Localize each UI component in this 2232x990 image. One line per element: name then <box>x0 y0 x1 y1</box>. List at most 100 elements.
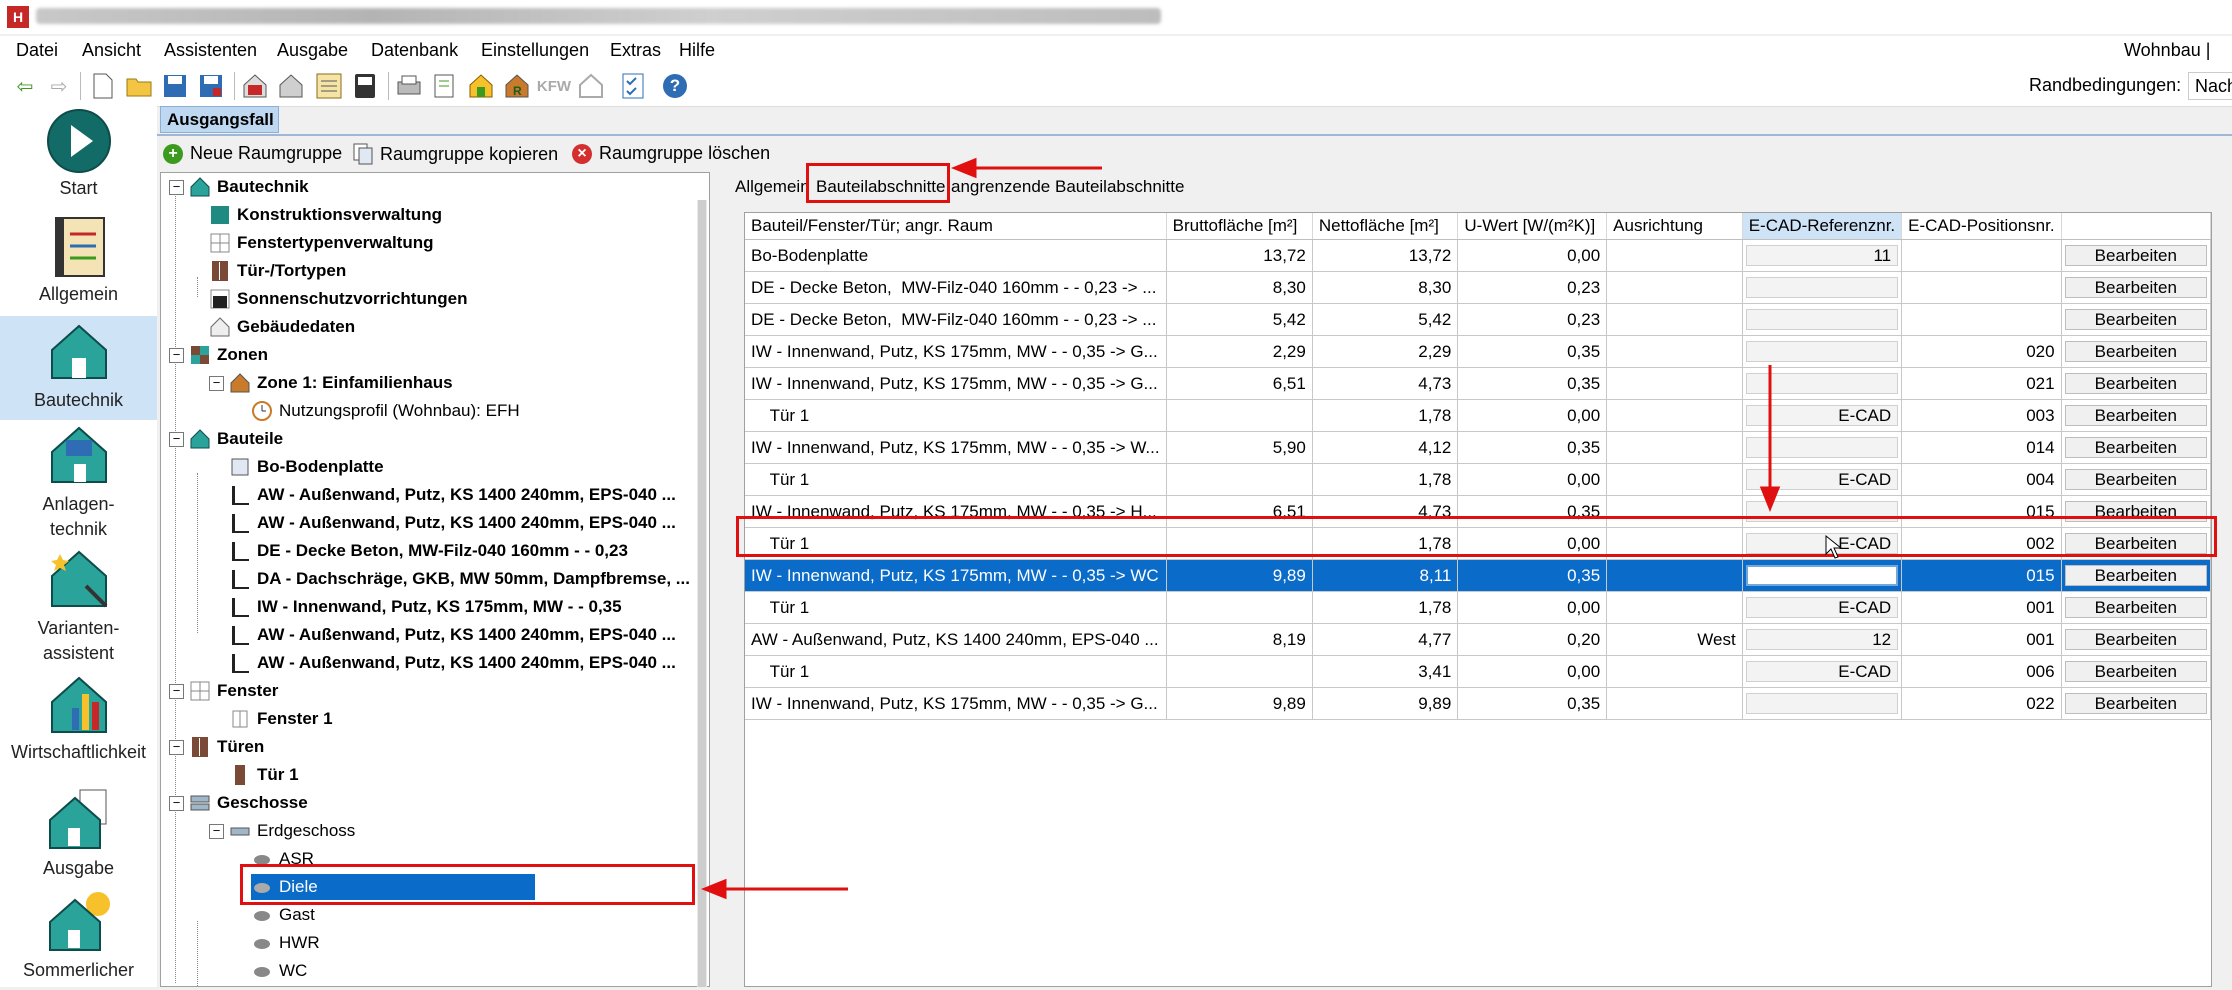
collapse-toggle[interactable]: − <box>169 796 184 811</box>
table-row[interactable]: IW - Innenwand, Putz, KS 175mm, MW - - 0… <box>745 559 2211 592</box>
value-cell[interactable]: 0,23 <box>1457 303 1608 336</box>
copy-room-group-button[interactable]: Raumgruppe kopieren <box>353 143 558 165</box>
col-header[interactable]: Bauteil/Fenster/Tür; angr. Raum <box>745 213 1167 240</box>
tree-node-zone1[interactable]: Zone 1: Einfamilienhaus <box>229 370 453 396</box>
bauteil-cell[interactable]: IW - Innenwand, Putz, KS 175mm, MW - - 0… <box>745 335 1167 368</box>
table-row[interactable]: AW - Außenwand, Putz, KS 1400 240mm, EPS… <box>745 623 2211 656</box>
ecad-reference-input[interactable]: 12 <box>1745 629 1899 650</box>
collapse-toggle[interactable]: − <box>169 348 184 363</box>
value-cell[interactable]: 0,35 <box>1457 367 1608 400</box>
bearbeiten-button[interactable]: Bearbeiten <box>2064 373 2207 394</box>
value-cell[interactable] <box>1606 367 1743 400</box>
value-cell[interactable]: 015 <box>1901 559 2062 592</box>
value-cell[interactable]: 0,35 <box>1457 687 1608 720</box>
save-icon[interactable] <box>160 71 190 101</box>
tab-angrenzende-bauteilabschnitte[interactable]: angrenzende Bauteilabschnitte <box>951 177 1184 197</box>
value-cell[interactable]: 2,29 <box>1312 335 1459 368</box>
value-cell[interactable] <box>1606 559 1743 592</box>
ecad-reference-cell[interactable] <box>1742 559 1903 592</box>
col-header[interactable]: Bruttofläche [m²] <box>1166 213 1313 240</box>
value-cell[interactable]: 022 <box>1901 687 2062 720</box>
value-cell[interactable] <box>1606 399 1743 432</box>
value-cell[interactable]: 0,00 <box>1457 591 1608 624</box>
bauteil-cell[interactable]: IW - Innenwand, Putz, KS 175mm, MW - - 0… <box>745 367 1167 400</box>
ecad-reference-input[interactable] <box>1745 373 1899 394</box>
value-cell[interactable]: 0,00 <box>1457 399 1608 432</box>
edit-cell[interactable]: Bearbeiten <box>2061 655 2211 688</box>
menu-datei[interactable]: Datei <box>16 40 58 61</box>
value-cell[interactable]: West <box>1606 623 1743 656</box>
table-row[interactable]: Tür 1 1,78 0,00 E-CAD 001 Bearbeiten <box>745 591 2211 624</box>
ecad-reference-cell[interactable] <box>1742 687 1903 720</box>
ecad-reference-input[interactable] <box>1745 565 1899 586</box>
forward-arrow-icon[interactable]: ⇨ <box>44 71 74 101</box>
value-cell[interactable] <box>1901 303 2062 336</box>
tab-ausgangsfall[interactable]: Ausgangsfall <box>160 106 279 133</box>
ecad-reference-input[interactable] <box>1745 437 1899 458</box>
meter-icon[interactable] <box>350 71 380 101</box>
value-cell[interactable]: 8,30 <box>1166 271 1313 304</box>
value-cell[interactable]: 5,42 <box>1312 303 1459 336</box>
ecad-reference-cell[interactable]: 12 <box>1742 623 1903 656</box>
collapse-toggle[interactable]: − <box>209 376 224 391</box>
edit-cell[interactable]: Bearbeiten <box>2061 431 2211 464</box>
edit-cell[interactable]: Bearbeiten <box>2061 463 2211 496</box>
ecad-reference-cell[interactable] <box>1742 335 1903 368</box>
bearbeiten-button[interactable]: Bearbeiten <box>2064 405 2207 426</box>
value-cell[interactable]: 0,35 <box>1457 559 1608 592</box>
value-cell[interactable]: 021 <box>1901 367 2062 400</box>
bauteil-cell[interactable]: Tür 1 <box>745 591 1167 624</box>
value-cell[interactable]: 4,77 <box>1312 623 1459 656</box>
bearbeiten-button[interactable]: Bearbeiten <box>2064 597 2207 618</box>
collapse-toggle[interactable]: − <box>169 684 184 699</box>
bearbeiten-button[interactable]: Bearbeiten <box>2064 245 2207 266</box>
value-cell[interactable]: 5,90 <box>1166 431 1313 464</box>
value-cell[interactable] <box>1606 271 1743 304</box>
value-cell[interactable]: 13,72 <box>1312 239 1459 272</box>
menu-datenbank[interactable]: Datenbank <box>371 40 458 61</box>
value-cell[interactable]: 4,73 <box>1312 367 1459 400</box>
ecad-reference-cell[interactable] <box>1742 303 1903 336</box>
bearbeiten-button[interactable]: Bearbeiten <box>2064 309 2207 330</box>
nav-ausgabe[interactable]: Ausgabe <box>0 788 157 888</box>
value-cell[interactable]: 1,78 <box>1312 463 1459 496</box>
table-row[interactable]: IW - Innenwand, Putz, KS 175mm, MW - - 0… <box>745 367 2211 400</box>
ecad-reference-cell[interactable]: 11 <box>1742 239 1903 272</box>
house-r-icon[interactable]: R <box>502 71 532 101</box>
bearbeiten-button[interactable]: Bearbeiten <box>2064 565 2207 586</box>
col-header[interactable]: Ausrichtung <box>1606 213 1743 240</box>
tree-node-bautechnik[interactable]: Bautechnik <box>189 174 309 200</box>
value-cell[interactable]: 003 <box>1901 399 2062 432</box>
tab-allgemein[interactable]: Allgemein <box>735 177 810 197</box>
save-as-icon[interactable] <box>196 71 226 101</box>
tree-node-fenster1[interactable]: Fenster 1 <box>229 706 333 732</box>
value-cell[interactable]: 0,00 <box>1457 463 1608 496</box>
bauteil-cell[interactable]: Bo-Bodenplatte <box>745 239 1167 272</box>
menu-assistenten[interactable]: Assistenten <box>164 40 257 61</box>
tree-node-room[interactable]: WC <box>251 958 307 984</box>
menu-ansicht[interactable]: Ansicht <box>82 40 141 61</box>
tree-node-tueren[interactable]: Türen <box>189 734 264 760</box>
value-cell[interactable]: 020 <box>1901 335 2062 368</box>
edit-cell[interactable]: Bearbeiten <box>2061 399 2211 432</box>
value-cell[interactable] <box>1606 463 1743 496</box>
value-cell[interactable] <box>1606 655 1743 688</box>
value-cell[interactable] <box>1606 591 1743 624</box>
value-cell[interactable]: 0,00 <box>1457 239 1608 272</box>
nav-allgemein[interactable]: Allgemein <box>0 214 157 314</box>
ecad-reference-input[interactable]: E-CAD <box>1745 597 1899 618</box>
value-cell[interactable] <box>1166 591 1313 624</box>
bauteil-cell[interactable]: IW - Innenwand, Putz, KS 175mm, MW - - 0… <box>745 559 1167 592</box>
value-cell[interactable]: 9,89 <box>1166 559 1313 592</box>
tree-node-bauteil[interactable]: IW - Innenwand, Putz, KS 175mm, MW - - 0… <box>229 594 622 620</box>
bearbeiten-button[interactable]: Bearbeiten <box>2064 693 2207 714</box>
bauteil-cell[interactable]: Tür 1 <box>745 463 1167 496</box>
scrollbar-thumb[interactable] <box>698 200 706 987</box>
nav-sommerlicher[interactable]: Sommerlicher <box>0 890 157 990</box>
tree-node-tuer-tortypen[interactable]: Tür-/Tortypen <box>209 258 346 284</box>
edit-cell[interactable]: Bearbeiten <box>2061 687 2211 720</box>
value-cell[interactable]: 2,29 <box>1166 335 1313 368</box>
ecad-reference-input[interactable]: E-CAD <box>1745 661 1899 682</box>
ecad-reference-cell[interactable] <box>1742 431 1903 464</box>
edit-cell[interactable]: Bearbeiten <box>2061 559 2211 592</box>
